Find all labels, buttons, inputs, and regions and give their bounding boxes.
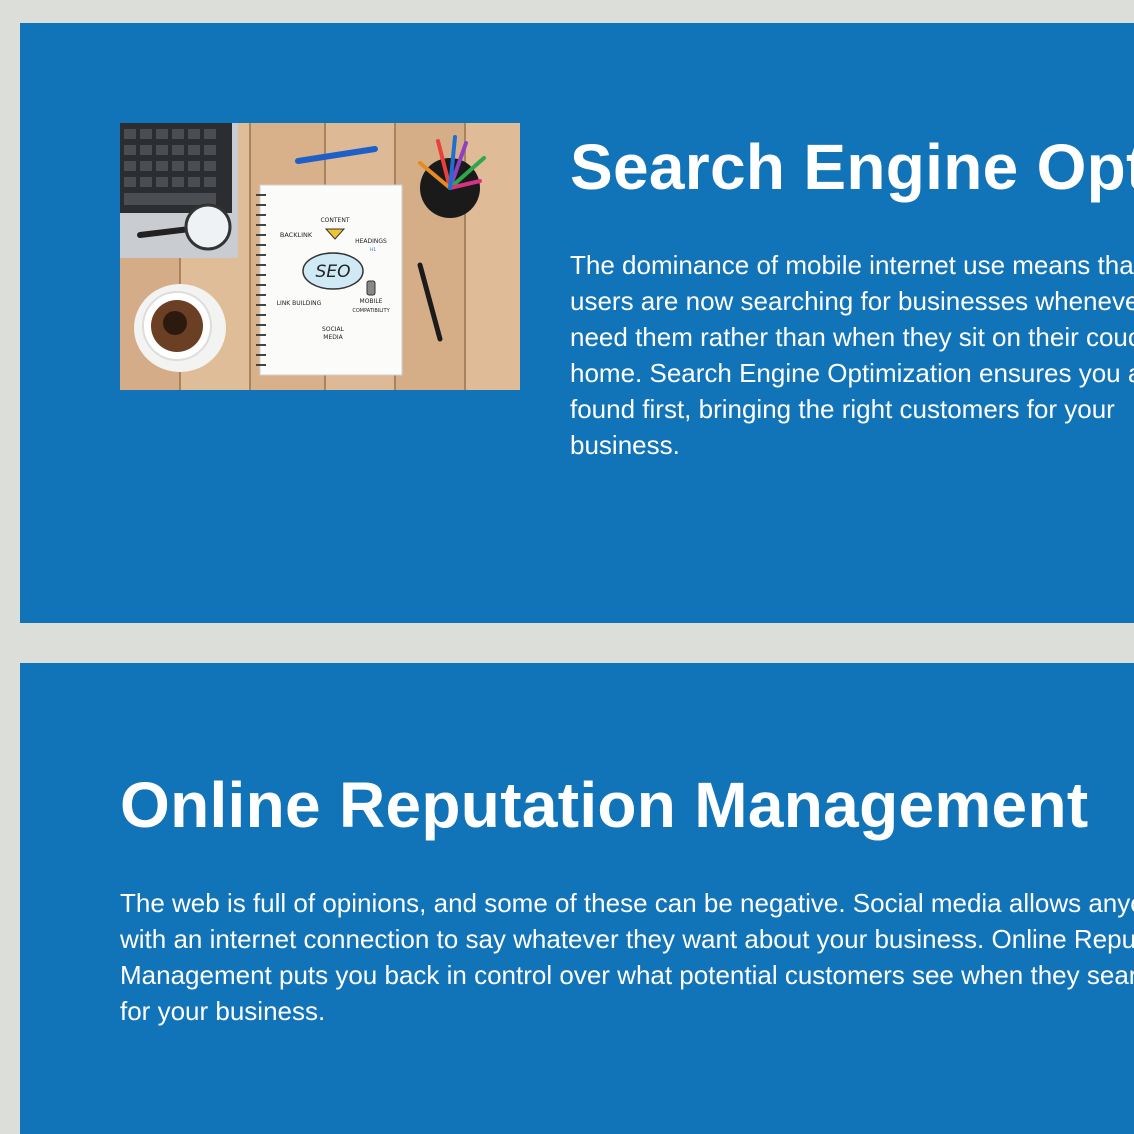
page: SEO CONTENT BACKLINK HEADINGS H1 LINK BU…: [0, 0, 1134, 1134]
seo-illustration-image: SEO CONTENT BACKLINK HEADINGS H1 LINK BU…: [120, 123, 520, 390]
seo-image-label: SEO: [316, 262, 351, 282]
reputation-section: Online Reputation Management The web is …: [20, 663, 1134, 1134]
seo-description: The dominance of mobile internet use mea…: [570, 250, 1134, 460]
svg-text:MOBILE: MOBILE: [360, 298, 383, 305]
svg-text:HEADINGS: HEADINGS: [355, 238, 387, 245]
svg-text:H1: H1: [370, 247, 376, 253]
svg-text:COMPATIBILITY: COMPATIBILITY: [352, 308, 390, 314]
svg-text:BACKLINK: BACKLINK: [280, 231, 313, 239]
svg-text:MEDIA: MEDIA: [323, 334, 343, 341]
reputation-title: Online Reputation Management: [120, 769, 1089, 841]
svg-text:LINK BUILDING: LINK BUILDING: [277, 300, 322, 307]
svg-text:SOCIAL: SOCIAL: [322, 326, 345, 333]
seo-title: Search Engine Optimization: [570, 131, 1134, 203]
seo-section: SEO CONTENT BACKLINK HEADINGS H1 LINK BU…: [20, 23, 1134, 623]
reputation-description: The web is full of opinions, and some of…: [120, 888, 1134, 1026]
svg-text:CONTENT: CONTENT: [320, 217, 349, 224]
